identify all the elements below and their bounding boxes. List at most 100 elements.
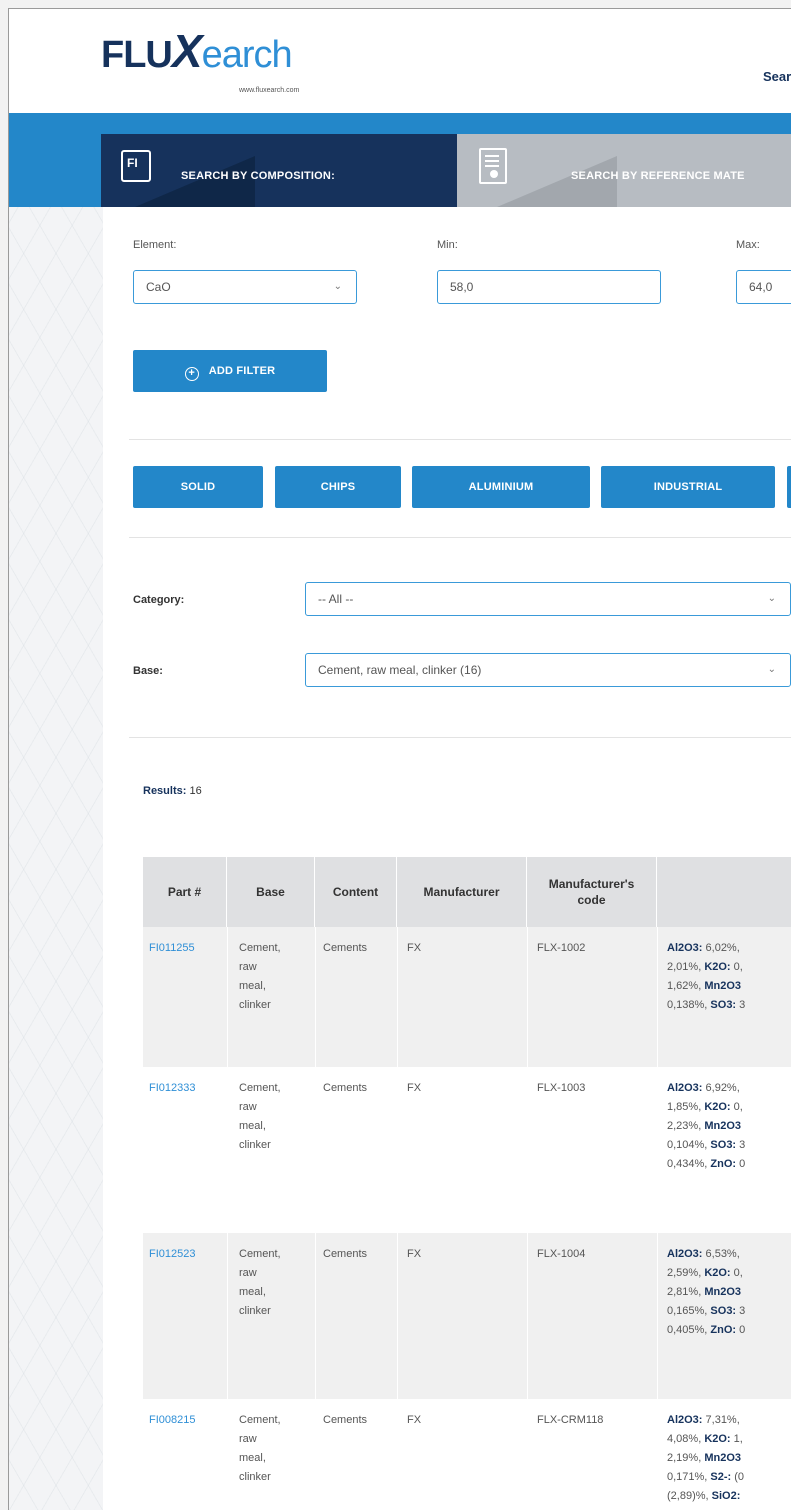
composition-line: 0,104%, SO3: 3 <box>667 1139 746 1151</box>
min-input[interactable]: 58,0 <box>437 270 661 304</box>
cell-divider <box>527 1067 528 1233</box>
composition-line: 2,19%, Mn2O3 <box>667 1452 741 1464</box>
base-cell: Cement, raw meal, clinker <box>239 1245 313 1321</box>
table-row: FI012333 Cement, raw meal, clinker Cements FX F… <box>143 1067 791 1233</box>
max-label: Max: <box>736 239 760 251</box>
part-number-link[interactable]: FI012333 <box>149 1079 225 1098</box>
min-label: Min: <box>437 239 458 251</box>
tab-bar: FI SEARCH BY COMPOSITION: SEARCH BY REFE… <box>9 113 791 207</box>
base-line: clinker <box>239 1139 271 1151</box>
element-icon: FI <box>121 150 151 182</box>
solid-button[interactable]: SOLID <box>133 466 263 508</box>
manufacturer-code-cell: FLX-1002 <box>537 942 586 954</box>
manufacturer-cell: FX <box>407 1082 422 1094</box>
chevron-down-icon: ⌄ <box>333 281 342 292</box>
part-number-link[interactable]: FI011255 <box>149 939 225 958</box>
tab-search-by-reference-material[interactable]: SEARCH BY REFERENCE MATE <box>457 134 791 207</box>
composition-line: Al2O3: 7,31%, <box>667 1414 740 1426</box>
manufacturer-code-cell: FLX-1003 <box>537 1082 586 1094</box>
tab-label: SEARCH BY COMPOSITION: <box>181 170 335 182</box>
base-cell: Cement, raw meal, clinker <box>239 939 313 1015</box>
composition-line: 1,85%, K2O: 0, <box>667 1101 743 1113</box>
category-select[interactable]: -- All -- ⌄ <box>305 582 791 616</box>
cell-divider <box>657 927 658 1067</box>
composition-cell: Al2O3: 6,02%, 2,01%, K2O: 0, 1,62%, Mn2O3 0… <box>667 939 791 1015</box>
base-line: raw <box>239 961 257 973</box>
composition-cell: Al2O3: 7,31%, 4,08%, K2O: 1, 2,19%, Mn2O3 0… <box>667 1411 791 1506</box>
cell-divider <box>227 1233 228 1399</box>
nav-search-link[interactable]: Sear <box>763 69 791 84</box>
composition-cell: Al2O3: 6,92%, 1,85%, K2O: 0, 2,23%, Mn2O3 0… <box>667 1079 791 1174</box>
col-manufacturer-code[interactable]: Manufacturer's code <box>527 857 657 927</box>
cell-divider <box>227 927 228 1067</box>
composition-line: Al2O3: 6,02%, <box>667 942 740 954</box>
composition-line: 2,59%, K2O: 0, <box>667 1267 743 1279</box>
base-line: meal, <box>239 1120 266 1132</box>
composition-line: 4,08%, K2O: 1, <box>667 1433 743 1445</box>
cell-divider <box>657 1233 658 1399</box>
base-line: Cement, <box>239 1082 281 1094</box>
col-content[interactable]: Content <box>315 857 397 927</box>
manufacturer-cell: FX <box>407 1414 422 1426</box>
composition-cell: Al2O3: 6,53%, 2,59%, K2O: 0, 2,81%, Mn2O3 0… <box>667 1245 791 1340</box>
cell-divider <box>527 1233 528 1399</box>
col-base[interactable]: Base <box>227 857 315 927</box>
table-header: Part # Base Content Manufacturer Manufac… <box>143 857 791 927</box>
base-select[interactable]: Cement, raw meal, clinker (16) ⌄ <box>305 653 791 687</box>
base-line: clinker <box>239 999 271 1011</box>
page-frame: FLUXearch www.fluxearch.com Sear FI SEAR… <box>8 8 791 1510</box>
cell-divider <box>527 927 528 1067</box>
col-manufacturer[interactable]: Manufacturer <box>397 857 527 927</box>
composition-line: 0,434%, ZnO: 0 <box>667 1158 746 1170</box>
tab-search-by-composition[interactable]: FI SEARCH BY COMPOSITION: <box>101 134 463 207</box>
cell-divider <box>397 1067 398 1233</box>
certificate-icon <box>479 148 507 184</box>
divider <box>129 439 791 440</box>
content-cell: Cements <box>323 1414 368 1426</box>
part-number-link[interactable]: FI012523 <box>149 1245 225 1264</box>
element-label: Element: <box>133 239 177 251</box>
base-line: raw <box>239 1267 257 1279</box>
divider <box>129 737 791 738</box>
composition-line: 0,405%, ZnO: 0 <box>667 1324 746 1336</box>
plus-circle-icon: + <box>184 367 199 381</box>
part-number-link[interactable]: FI008215 <box>149 1411 225 1430</box>
base-line: raw <box>239 1433 257 1445</box>
chevron-down-icon: ⌄ <box>767 593 776 604</box>
more-button[interactable] <box>787 466 791 508</box>
composition-line: Al2O3: 6,53%, <box>667 1248 740 1260</box>
composition-line: (2,89)%, SiO2: <box>667 1490 741 1502</box>
cell-divider <box>315 1233 316 1399</box>
results-count: Results: 16 <box>143 785 202 797</box>
industrial-button[interactable]: INDUSTRIAL <box>601 466 775 508</box>
add-filter-button[interactable]: + ADD FILTER <box>133 350 327 392</box>
max-input[interactable]: 64,0 <box>736 270 791 304</box>
cell-divider <box>657 1399 658 1510</box>
manufacturer-code-cell: FLX-1004 <box>537 1248 586 1260</box>
table-row: FI008215 Cement, raw meal, clinker Cements FX F… <box>143 1399 791 1510</box>
col-part[interactable]: Part # <box>143 857 227 927</box>
composition-line: 2,23%, Mn2O3 <box>667 1120 741 1132</box>
manufacturer-cell: FX <box>407 1248 422 1260</box>
table-row: FI012523 Cement, raw meal, clinker Cements FX F… <box>143 1233 791 1399</box>
composition-line: 0,165%, SO3: 3 <box>667 1305 746 1317</box>
base-line: meal, <box>239 1286 266 1298</box>
tab-label: SEARCH BY REFERENCE MATE <box>571 170 745 182</box>
content-cell: Cements <box>323 1082 368 1094</box>
logo[interactable]: FLUXearch www.fluxearch.com <box>101 28 299 94</box>
side-pattern <box>9 207 103 1510</box>
cell-divider <box>657 1067 658 1233</box>
aluminium-button[interactable]: ALUMINIUM <box>412 466 590 508</box>
col-composition <box>657 857 791 927</box>
table-row: FI011255 Cement, raw meal, clinker Cements FX F… <box>143 927 791 1067</box>
manufacturer-code-cell: FLX-CRM118 <box>537 1414 604 1426</box>
content-cell: Cements <box>323 942 368 954</box>
base-line: raw <box>239 1101 257 1113</box>
chips-button[interactable]: CHIPS <box>275 466 401 508</box>
composition-line: 0,138%, SO3: 3 <box>667 999 746 1011</box>
cell-divider <box>397 1399 398 1510</box>
logo-url: www.fluxearch.com <box>239 87 300 94</box>
element-select[interactable]: CaO ⌄ <box>133 270 357 304</box>
base-line: meal, <box>239 980 266 992</box>
cell-divider <box>397 927 398 1067</box>
